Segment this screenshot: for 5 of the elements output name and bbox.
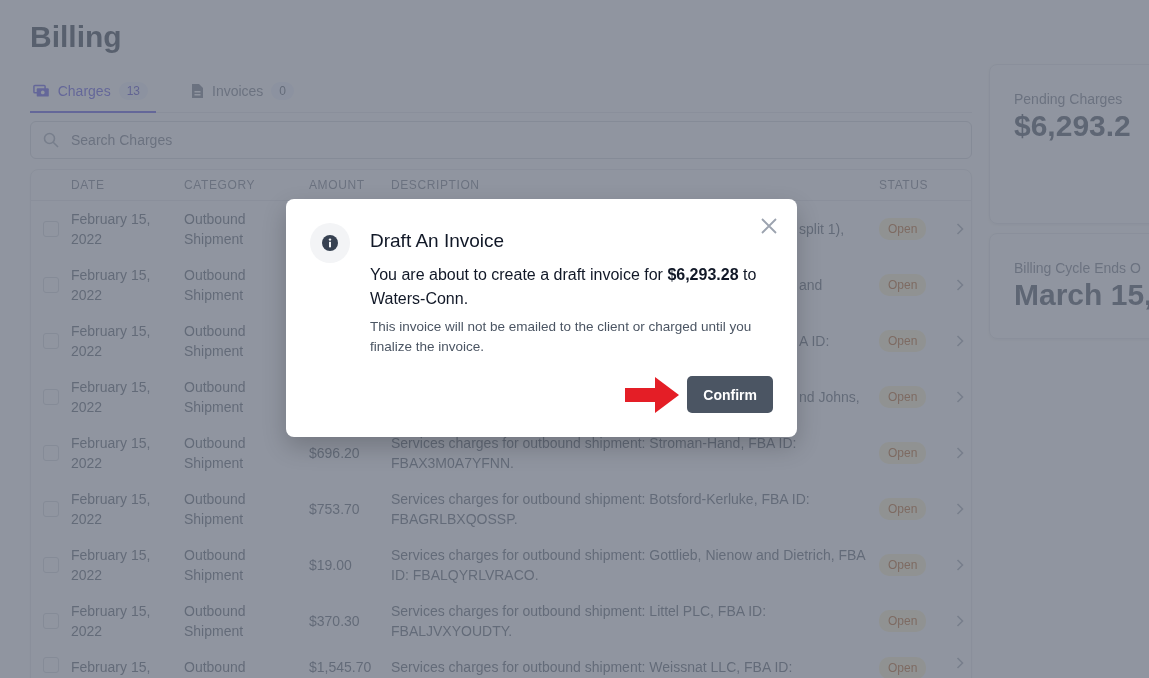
dialog-message: You are about to create a draft invoice for $6,293.28 to Waters-Conn. <box>370 265 758 309</box>
page-title: Billing <box>30 19 123 55</box>
dialog-title: Draft An Invoice <box>370 229 506 253</box>
dialog-note: This invoice will not be emailed to the client or charged until you finalize the invoice. <box>370 318 753 356</box>
confirm-button[interactable]: Confirm <box>687 376 773 413</box>
